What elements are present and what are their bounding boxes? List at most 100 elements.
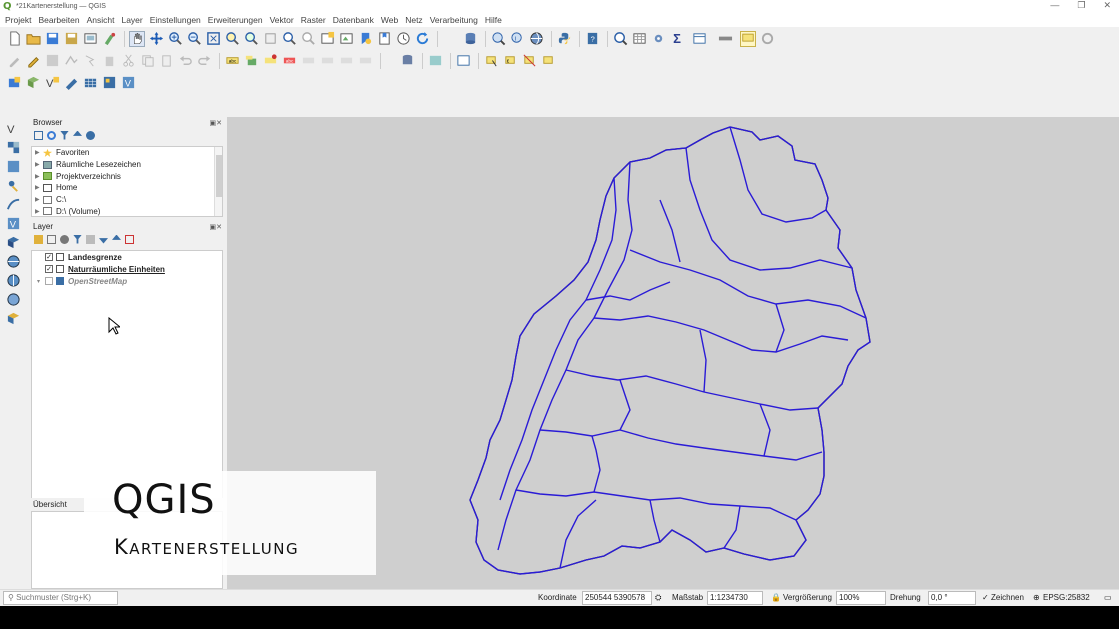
annotation-icon[interactable] [759,31,775,47]
zoom-layer-icon[interactable] [243,31,259,47]
data-source-manager-icon[interactable] [6,75,22,91]
add-raster-icon[interactable] [63,75,79,91]
menu-erweiterungen[interactable]: Erweiterungen [208,15,263,25]
rotate-label-icon[interactable] [319,53,335,69]
table-dropdown-icon[interactable] [688,31,710,47]
open-project-icon[interactable] [25,31,41,47]
identify-results-icon[interactable] [612,31,628,47]
wfs-layer-icon[interactable] [4,234,22,250]
select-features-icon[interactable] [483,53,499,69]
label-layer-icon[interactable] [243,53,259,69]
menu-einstellungen[interactable]: Einstellungen [150,15,201,25]
browser-item-home[interactable]: ▶ Home [32,182,222,194]
pan-icon[interactable] [129,30,145,47]
edits-icon[interactable] [6,53,22,69]
collapse-all-icon[interactable] [112,234,121,240]
remove-layer-icon[interactable] [125,234,134,244]
messages-icon[interactable]: ▭ [1104,591,1112,605]
cut-icon[interactable] [120,53,136,69]
attributes-icon[interactable] [455,53,471,69]
delimited-text-icon[interactable] [4,177,22,193]
crs-globe-icon[interactable]: ⊕ [1033,591,1040,605]
gps-icon[interactable] [4,196,22,212]
database-icon[interactable] [462,31,478,47]
menu-vektor[interactable]: Vektor [270,15,294,25]
zoom-full-icon[interactable] [205,31,221,47]
style-manager-icon[interactable] [101,31,117,47]
render-checkbox[interactable]: ✓ [982,591,989,605]
xyz-layer-icon[interactable] [4,291,22,307]
maximize-button[interactable]: ❐ [1077,0,1085,11]
change-label-icon[interactable] [338,53,354,69]
zoom-native-icon[interactable] [262,31,278,47]
add-vector-layer-icon[interactable]: V [44,75,60,91]
layer-item-landesgrenze[interactable]: ✓ Landesgrenze [32,251,222,263]
zoom-last-icon[interactable] [281,31,297,47]
panel-controls-icon[interactable]: ▣✕ [210,222,222,233]
menu-web[interactable]: Web [381,15,398,25]
minimize-button[interactable]: — [1050,0,1059,11]
show-label-icon[interactable] [357,53,373,69]
toggle-editing-icon[interactable] [25,53,41,69]
refresh-icon[interactable] [47,130,56,140]
add-group-icon[interactable] [47,234,56,244]
rotation-spinbox[interactable]: 0,0 ° [928,591,976,605]
gear-icon[interactable] [650,31,666,47]
zoom-next-icon[interactable] [300,31,316,47]
add-virtual-layer-icon[interactable]: V [120,75,136,91]
undo-icon[interactable] [177,53,193,69]
delete-selected-icon[interactable] [101,53,117,69]
refresh-icon[interactable] [414,31,430,47]
browser-item-projektverzeichnis[interactable]: ▶ Projektverzeichnis [32,170,222,182]
database-layer-icon[interactable] [399,53,415,69]
menu-hilfe[interactable]: Hilfe [485,15,502,25]
move-label-icon[interactable] [300,53,316,69]
menu-verarbeitung[interactable]: Verarbeitung [430,15,478,25]
panel-controls-icon[interactable]: ▣✕ [210,118,222,129]
save-as-icon[interactable] [63,31,79,47]
virtual-layer-icon[interactable]: V [4,215,22,231]
save-project-icon[interactable] [44,31,60,47]
identify-features-icon[interactable]: i [509,31,525,47]
add-layer-icon[interactable] [4,310,22,326]
wcs-globe-icon[interactable] [4,272,22,288]
browser-item-favoriten[interactable]: ▶ Favoriten [32,147,222,159]
temporal-icon[interactable] [395,31,411,47]
browser-item-c[interactable]: ▶ C:\ [32,194,222,206]
crs-button[interactable]: EPSG:25832 [1043,591,1090,605]
info-icon[interactable] [86,130,95,140]
bookmark-icon[interactable] [357,31,373,47]
digitize-icon[interactable] [63,53,79,69]
save-edits-icon[interactable] [44,53,60,69]
flag-icon[interactable] [540,53,556,69]
menu-netz[interactable]: Netz [405,15,422,25]
pin-labels-icon[interactable] [262,53,278,69]
toggle-extents-icon[interactable]: ⛭ [655,591,661,605]
close-button[interactable]: ✕ [1103,0,1111,11]
copy-icon[interactable] [139,53,155,69]
coordinate-field[interactable]: 250544 5390578 [582,591,652,605]
collapse-all-icon[interactable] [73,130,82,136]
new-map-view-icon[interactable] [319,31,335,47]
locator-search-input[interactable]: ⚲ Suchmuster (Strg+K) [3,591,118,605]
show-bookmarks-icon[interactable] [376,31,392,47]
redo-icon[interactable] [196,53,212,69]
lock-icon[interactable]: 🔒 [771,591,781,605]
statistics-sigma-icon[interactable]: Σ [669,31,685,47]
manage-themes-icon[interactable] [60,234,69,244]
python-icon[interactable] [556,31,572,47]
menu-layer[interactable]: Layer [121,15,142,25]
pan-to-selection-icon[interactable] [148,31,164,47]
layer-item-openstreetmap[interactable]: ▾ OpenStreetMap [32,275,222,287]
layer-checkbox[interactable]: ✓ [45,265,53,273]
zoom-in-icon[interactable] [167,31,183,47]
map-tips-icon[interactable] [740,30,756,47]
add-mesh-icon[interactable] [82,75,98,91]
expand-all-icon[interactable] [99,238,108,244]
new-project-icon[interactable] [6,31,22,47]
menu-projekt[interactable]: Projekt [5,15,31,25]
new-3d-view-icon[interactable] [338,31,354,47]
browser-item-lesezeichen[interactable]: ▶ Räumliche Lesezeichen [32,159,222,171]
layer-checkbox[interactable] [45,277,53,285]
filter-icon[interactable] [60,130,69,140]
